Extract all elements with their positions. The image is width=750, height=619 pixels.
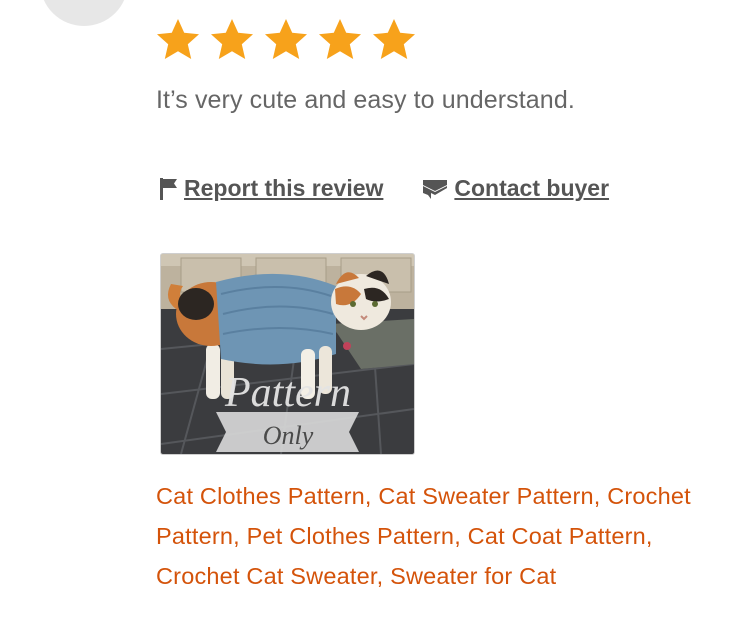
contact-buyer-link[interactable]: Contact buyer xyxy=(421,175,609,202)
report-review-link[interactable]: Report this review xyxy=(159,175,383,202)
report-review-label: Report this review xyxy=(184,175,384,201)
envelope-icon xyxy=(423,179,448,199)
star-icon xyxy=(157,19,199,59)
contact-buyer-label: Contact buyer xyxy=(454,175,610,201)
item-title-link[interactable]: Cat Clothes Pattern, Cat Sweater Pattern… xyxy=(156,476,736,596)
avatar[interactable] xyxy=(40,0,128,26)
star-icon xyxy=(319,19,361,59)
star-icon xyxy=(265,19,307,59)
review-text: It’s very cute and easy to understand. xyxy=(156,86,575,114)
overlay-title: Pattern xyxy=(224,370,351,416)
star-icon xyxy=(373,19,415,59)
flag-icon xyxy=(160,177,177,200)
star-icon xyxy=(211,19,253,59)
cat-sweater-photo: Pattern Only xyxy=(161,254,414,454)
review-photo[interactable]: Pattern Only xyxy=(160,253,415,455)
overlay-subtitle: Only xyxy=(263,421,314,450)
star-rating xyxy=(154,16,418,64)
review-actions: Report this review Contact buyer xyxy=(159,175,609,202)
